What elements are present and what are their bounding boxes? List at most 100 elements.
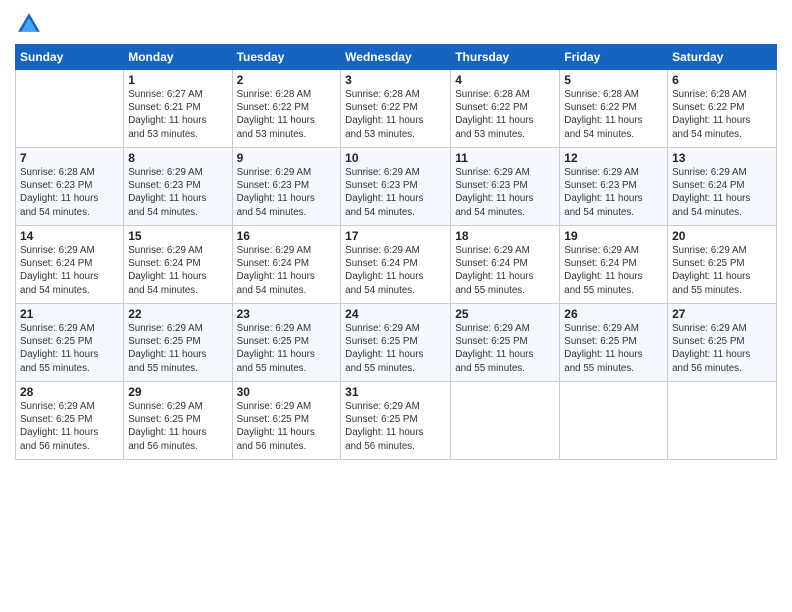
calendar-cell: 26Sunrise: 6:29 AM Sunset: 6:25 PM Dayli…: [560, 304, 668, 382]
day-number: 27: [672, 307, 772, 321]
day-number: 20: [672, 229, 772, 243]
day-number: 5: [564, 73, 663, 87]
day-info: Sunrise: 6:29 AM Sunset: 6:25 PM Dayligh…: [345, 400, 446, 453]
calendar-cell: 11Sunrise: 6:29 AM Sunset: 6:23 PM Dayli…: [451, 148, 560, 226]
day-info: Sunrise: 6:29 AM Sunset: 6:25 PM Dayligh…: [20, 400, 119, 453]
day-info: Sunrise: 6:29 AM Sunset: 6:24 PM Dayligh…: [128, 244, 227, 297]
calendar-cell: 23Sunrise: 6:29 AM Sunset: 6:25 PM Dayli…: [232, 304, 341, 382]
calendar-cell: 24Sunrise: 6:29 AM Sunset: 6:25 PM Dayli…: [341, 304, 451, 382]
day-info: Sunrise: 6:29 AM Sunset: 6:25 PM Dayligh…: [455, 322, 555, 375]
day-info: Sunrise: 6:28 AM Sunset: 6:22 PM Dayligh…: [345, 88, 446, 141]
day-number: 19: [564, 229, 663, 243]
day-number: 25: [455, 307, 555, 321]
calendar-header-saturday: Saturday: [668, 45, 777, 70]
calendar-cell: 6Sunrise: 6:28 AM Sunset: 6:22 PM Daylig…: [668, 70, 777, 148]
calendar-cell: 15Sunrise: 6:29 AM Sunset: 6:24 PM Dayli…: [124, 226, 232, 304]
calendar-cell: 13Sunrise: 6:29 AM Sunset: 6:24 PM Dayli…: [668, 148, 777, 226]
calendar-cell: 28Sunrise: 6:29 AM Sunset: 6:25 PM Dayli…: [16, 382, 124, 460]
calendar-cell: 4Sunrise: 6:28 AM Sunset: 6:22 PM Daylig…: [451, 70, 560, 148]
day-info: Sunrise: 6:29 AM Sunset: 6:23 PM Dayligh…: [455, 166, 555, 219]
day-number: 4: [455, 73, 555, 87]
calendar-cell: [668, 382, 777, 460]
day-info: Sunrise: 6:29 AM Sunset: 6:24 PM Dayligh…: [564, 244, 663, 297]
calendar-table: SundayMondayTuesdayWednesdayThursdayFrid…: [15, 44, 777, 460]
calendar-cell: 31Sunrise: 6:29 AM Sunset: 6:25 PM Dayli…: [341, 382, 451, 460]
day-info: Sunrise: 6:29 AM Sunset: 6:25 PM Dayligh…: [672, 322, 772, 375]
day-number: 31: [345, 385, 446, 399]
calendar-cell: 25Sunrise: 6:29 AM Sunset: 6:25 PM Dayli…: [451, 304, 560, 382]
day-number: 14: [20, 229, 119, 243]
day-info: Sunrise: 6:29 AM Sunset: 6:25 PM Dayligh…: [237, 322, 337, 375]
day-info: Sunrise: 6:29 AM Sunset: 6:24 PM Dayligh…: [672, 166, 772, 219]
day-info: Sunrise: 6:29 AM Sunset: 6:25 PM Dayligh…: [128, 322, 227, 375]
day-info: Sunrise: 6:29 AM Sunset: 6:25 PM Dayligh…: [672, 244, 772, 297]
calendar-cell: 20Sunrise: 6:29 AM Sunset: 6:25 PM Dayli…: [668, 226, 777, 304]
calendar-cell: 19Sunrise: 6:29 AM Sunset: 6:24 PM Dayli…: [560, 226, 668, 304]
day-number: 21: [20, 307, 119, 321]
day-info: Sunrise: 6:29 AM Sunset: 6:23 PM Dayligh…: [237, 166, 337, 219]
calendar-cell: 2Sunrise: 6:28 AM Sunset: 6:22 PM Daylig…: [232, 70, 341, 148]
logo: [15, 10, 47, 38]
calendar-cell: 5Sunrise: 6:28 AM Sunset: 6:22 PM Daylig…: [560, 70, 668, 148]
calendar-header-monday: Monday: [124, 45, 232, 70]
logo-icon: [15, 10, 43, 38]
page-container: SundayMondayTuesdayWednesdayThursdayFrid…: [0, 0, 792, 470]
calendar-cell: 7Sunrise: 6:28 AM Sunset: 6:23 PM Daylig…: [16, 148, 124, 226]
calendar-cell: 17Sunrise: 6:29 AM Sunset: 6:24 PM Dayli…: [341, 226, 451, 304]
calendar-cell: 30Sunrise: 6:29 AM Sunset: 6:25 PM Dayli…: [232, 382, 341, 460]
calendar-cell: 8Sunrise: 6:29 AM Sunset: 6:23 PM Daylig…: [124, 148, 232, 226]
calendar-cell: [16, 70, 124, 148]
day-info: Sunrise: 6:29 AM Sunset: 6:23 PM Dayligh…: [564, 166, 663, 219]
day-number: 26: [564, 307, 663, 321]
calendar-header-row: SundayMondayTuesdayWednesdayThursdayFrid…: [16, 45, 777, 70]
calendar-week-row: 14 Sunrise: 6:29 AM Sunset: 6:24 PM Dayli…: [16, 226, 777, 304]
day-number: 3: [345, 73, 446, 87]
day-number: 24: [345, 307, 446, 321]
calendar-cell: 10Sunrise: 6:29 AM Sunset: 6:23 PM Dayli…: [341, 148, 451, 226]
day-number: 16: [237, 229, 337, 243]
day-info: Sunrise: 6:27 AM Sunset: 6:21 PM Dayligh…: [128, 88, 227, 141]
day-number: 22: [128, 307, 227, 321]
calendar-cell: 14Sunrise: 6:29 AM Sunset: 6:24 PM Dayli…: [16, 226, 124, 304]
day-number: 29: [128, 385, 227, 399]
calendar-cell: 16Sunrise: 6:29 AM Sunset: 6:24 PM Dayli…: [232, 226, 341, 304]
day-info: Sunrise: 6:29 AM Sunset: 6:25 PM Dayligh…: [237, 400, 337, 453]
day-info: Sunrise: 6:29 AM Sunset: 6:25 PM Dayligh…: [564, 322, 663, 375]
calendar-cell: 9Sunrise: 6:29 AM Sunset: 6:23 PM Daylig…: [232, 148, 341, 226]
calendar-header-thursday: Thursday: [451, 45, 560, 70]
day-number: 28: [20, 385, 119, 399]
day-info: Sunrise: 6:29 AM Sunset: 6:24 PM Dayligh…: [237, 244, 337, 297]
day-number: 10: [345, 151, 446, 165]
day-number: 18: [455, 229, 555, 243]
calendar-header-sunday: Sunday: [16, 45, 124, 70]
calendar-cell: 18Sunrise: 6:29 AM Sunset: 6:24 PM Dayli…: [451, 226, 560, 304]
calendar-cell: 27Sunrise: 6:29 AM Sunset: 6:25 PM Dayli…: [668, 304, 777, 382]
header-row: [15, 10, 777, 38]
calendar-cell: 21Sunrise: 6:29 AM Sunset: 6:25 PM Dayli…: [16, 304, 124, 382]
day-info: Sunrise: 6:28 AM Sunset: 6:22 PM Dayligh…: [455, 88, 555, 141]
day-info: Sunrise: 6:28 AM Sunset: 6:23 PM Dayligh…: [20, 166, 119, 219]
day-info: Sunrise: 6:28 AM Sunset: 6:22 PM Dayligh…: [672, 88, 772, 141]
calendar-header-wednesday: Wednesday: [341, 45, 451, 70]
day-number: 9: [237, 151, 337, 165]
calendar-cell: [560, 382, 668, 460]
day-info: Sunrise: 6:28 AM Sunset: 6:22 PM Dayligh…: [237, 88, 337, 141]
day-number: 2: [237, 73, 337, 87]
calendar-week-row: 28Sunrise: 6:29 AM Sunset: 6:25 PM Dayli…: [16, 382, 777, 460]
day-info: Sunrise: 6:29 AM Sunset: 6:25 PM Dayligh…: [345, 322, 446, 375]
day-info: Sunrise: 6:29 AM Sunset: 6:23 PM Dayligh…: [345, 166, 446, 219]
calendar-cell: 29Sunrise: 6:29 AM Sunset: 6:25 PM Dayli…: [124, 382, 232, 460]
day-number: 15: [128, 229, 227, 243]
calendar-cell: 3Sunrise: 6:28 AM Sunset: 6:22 PM Daylig…: [341, 70, 451, 148]
day-number: 30: [237, 385, 337, 399]
calendar-week-row: 21Sunrise: 6:29 AM Sunset: 6:25 PM Dayli…: [16, 304, 777, 382]
day-number: 7: [20, 151, 119, 165]
calendar-cell: 1Sunrise: 6:27 AM Sunset: 6:21 PM Daylig…: [124, 70, 232, 148]
day-number: 12: [564, 151, 663, 165]
day-number: 23: [237, 307, 337, 321]
day-info: Sunrise: 6:29 AM Sunset: 6:25 PM Dayligh…: [20, 322, 119, 375]
day-number: 8: [128, 151, 227, 165]
day-number: 13: [672, 151, 772, 165]
calendar-header-friday: Friday: [560, 45, 668, 70]
day-number: 11: [455, 151, 555, 165]
